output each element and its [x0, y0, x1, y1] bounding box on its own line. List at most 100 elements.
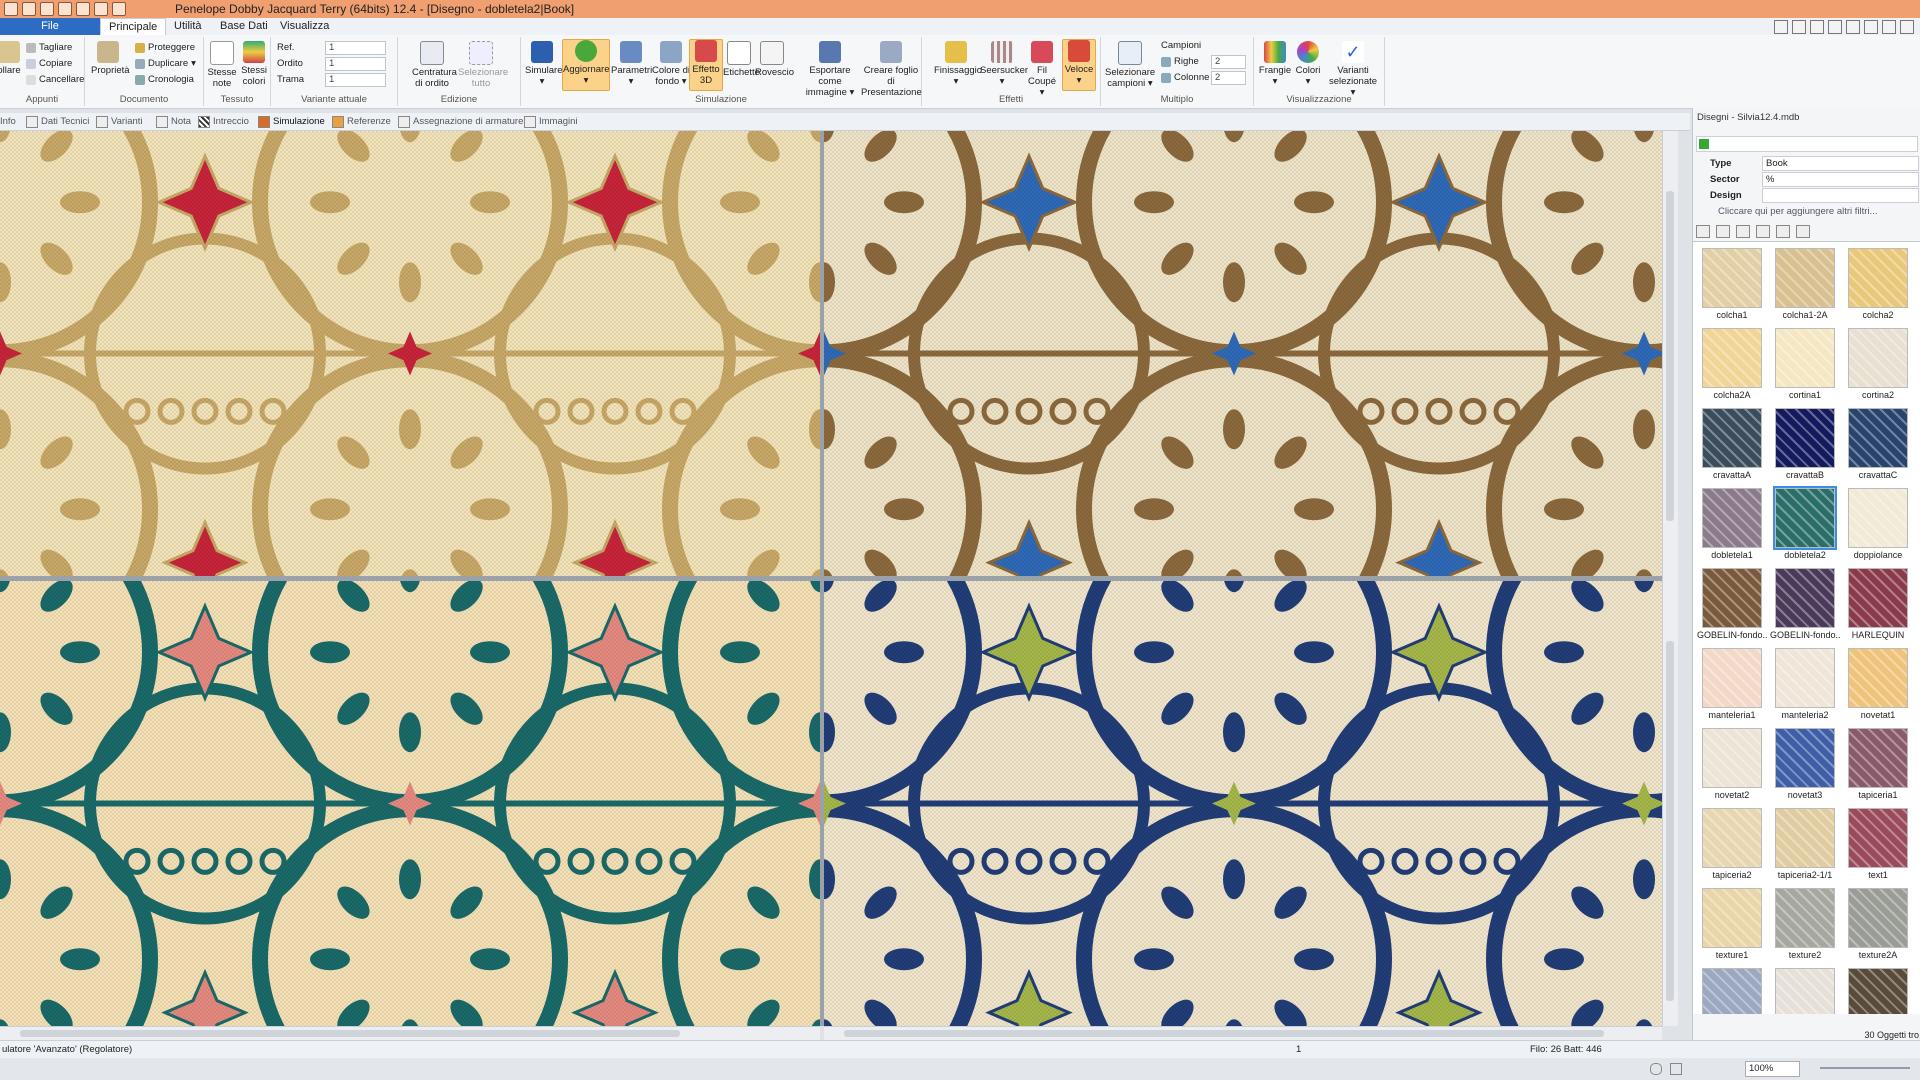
folder-icon[interactable] [1774, 20, 1788, 34]
filter-type[interactable]: Type Book [1696, 156, 1919, 171]
minimize-icon[interactable] [1864, 20, 1878, 34]
delete-button[interactable]: Cancellare [26, 74, 84, 86]
tab-varianti[interactable]: Varianti [96, 115, 143, 128]
tab-base-dati[interactable]: Base Dati [212, 18, 276, 35]
view-icon[interactable] [1696, 225, 1710, 238]
design-thumbnail[interactable]: manteleria1 [1697, 644, 1767, 722]
warp-centering-button[interactable]: Centratura di ordito [412, 41, 457, 89]
help-icon[interactable] [1846, 20, 1860, 34]
tab-visualizza[interactable]: Visualizza [272, 18, 337, 35]
design-thumbnail[interactable]: texture2 [1770, 884, 1840, 962]
same-notes-button[interactable]: Stesse note [206, 41, 238, 89]
design-thumbnail[interactable]: tapiceria1 [1843, 724, 1913, 802]
design-thumbnail[interactable]: GOBELIN-fondo... [1697, 564, 1767, 642]
zoom-slider[interactable] [1820, 1067, 1910, 1069]
design-thumbnail[interactable]: manteleria2 [1770, 644, 1840, 722]
tab-referenze[interactable]: Referenze [332, 115, 391, 128]
customize-icon[interactable] [112, 2, 126, 16]
design-thumbnail[interactable]: cravattaB [1770, 404, 1840, 482]
export-image-button[interactable]: Esportare come immagine ▾ [799, 41, 861, 98]
ref-field[interactable]: 1 [325, 41, 386, 55]
reverse-button[interactable]: Rovescio [755, 41, 794, 78]
properties-button[interactable]: Proprietà [91, 41, 130, 76]
filter-toolbar[interactable] [1696, 136, 1918, 152]
tools-icon[interactable] [1810, 20, 1824, 34]
close-icon[interactable] [1900, 20, 1914, 34]
tab-simulazione[interactable]: Simulazione [258, 115, 325, 128]
design-thumbnail[interactable]: dobletela2 [1770, 484, 1840, 562]
list-icon[interactable] [1716, 225, 1731, 238]
select-all-button[interactable]: Selezionare tutto [458, 41, 508, 89]
print-icon[interactable] [40, 2, 54, 16]
add-filter-icon[interactable] [1699, 139, 1709, 149]
design-thumbnail[interactable]: GOBELIN-fondo... [1770, 564, 1840, 642]
restore-icon[interactable] [1882, 20, 1896, 34]
edit-icon[interactable] [1792, 20, 1806, 34]
app-icon[interactable] [4, 2, 18, 16]
hscroll-thumb-right[interactable] [844, 1030, 1604, 1037]
selected-variants-button[interactable]: ✓ Varianti selezionate ▾ [1326, 41, 1380, 98]
design-thumbnail[interactable]: colcha1 [1697, 244, 1767, 322]
check-icon[interactable] [94, 2, 108, 16]
design-thumbnail[interactable]: cortina2 [1843, 324, 1913, 402]
simulation-canvas[interactable] [0, 131, 1677, 1026]
design-thumbnail[interactable]: dobletela1 [1697, 484, 1767, 562]
fabric-variant-1[interactable] [0, 131, 820, 576]
undo-icon[interactable] [58, 2, 72, 16]
redo-icon[interactable] [76, 2, 90, 16]
tab-principale[interactable]: Principale [100, 18, 167, 36]
design-thumbnail[interactable]: tapiceria2 [1697, 804, 1767, 882]
rows-field[interactable]: 2 [1211, 55, 1246, 69]
filter-icon[interactable] [1776, 225, 1791, 238]
tab-dati-tecnici[interactable]: Dati Tecnici [26, 115, 89, 128]
labels-button[interactable]: Etichette [723, 41, 760, 78]
design-thumbnail[interactable]: colcha2A [1697, 324, 1767, 402]
duplicate-button[interactable]: Duplicare ▾ [135, 58, 196, 70]
palette-icon[interactable] [1828, 20, 1842, 34]
fabric-variant-2[interactable] [824, 131, 1662, 576]
design-thumbnail[interactable]: cortina1 [1770, 324, 1840, 402]
select-samples-button[interactable]: Selezionare campioni ▾ [1105, 41, 1155, 89]
background-color-button[interactable]: Colore di fondo ▾ [651, 41, 691, 87]
parameters-button[interactable]: Parametri ▾ [611, 41, 652, 87]
design-thumbnail[interactable]: cravattaC [1843, 404, 1913, 482]
design-thumbnail[interactable]: tapiceria2-1/1 [1770, 804, 1840, 882]
design-thumbnail[interactable]: text1 [1843, 804, 1913, 882]
scroll-thumb-top[interactable] [1666, 191, 1674, 521]
fit-icon[interactable] [1650, 1063, 1662, 1075]
zoom-select[interactable]: 100% [1745, 1061, 1800, 1077]
trama-field[interactable]: 1 [325, 73, 386, 87]
fabric-variant-3[interactable] [0, 581, 820, 1026]
seersucker-button[interactable]: Seersucker ▾ [980, 41, 1028, 87]
design-thumbnail[interactable] [1770, 964, 1840, 1014]
design-thumbnail[interactable]: novetat3 [1770, 724, 1840, 802]
file-tab[interactable]: File [0, 18, 100, 35]
fil-coupe-button[interactable]: Fil Coupé ▾ [1026, 41, 1058, 98]
add-filter-link[interactable]: Cliccare qui per aggiungere altri filtri… [1696, 204, 1916, 219]
finishing-button[interactable]: Finissaggio ▾ [934, 41, 982, 87]
scroll-thumb-bottom[interactable] [1666, 641, 1674, 1001]
tab-immagini[interactable]: Immagini [524, 115, 578, 128]
filter-sector[interactable]: Sector% [1696, 172, 1919, 187]
trash-icon[interactable] [1736, 225, 1751, 238]
tab-nota[interactable]: Nota [156, 115, 191, 128]
design-thumbnail[interactable] [1843, 964, 1913, 1014]
database-icon[interactable] [1756, 225, 1771, 238]
design-thumbnail[interactable]: texture1 [1697, 884, 1767, 962]
zoom-icon[interactable] [1670, 1063, 1682, 1075]
design-thumbnail[interactable] [1697, 964, 1767, 1014]
design-thumbnail[interactable]: HARLEQUIN [1843, 564, 1913, 642]
3d-effect-button[interactable]: Effetto 3D [689, 39, 723, 91]
cut-button[interactable]: Tagliare [26, 42, 72, 54]
copy-button[interactable]: Copiare [26, 58, 72, 70]
tab-assegnazione[interactable]: Assegnazione di armature [398, 115, 523, 128]
design-thumbnail[interactable]: colcha1-2A [1770, 244, 1840, 322]
design-thumbnail[interactable]: novetat2 [1697, 724, 1767, 802]
design-thumbnail[interactable]: novetat1 [1843, 644, 1913, 722]
filter-design[interactable]: Design [1696, 188, 1919, 203]
save-icon[interactable] [22, 2, 36, 16]
protect-button[interactable]: Proteggere [135, 42, 195, 54]
same-colors-button[interactable]: Stessi colori [238, 41, 270, 87]
colors-button[interactable]: Colori ▾ [1292, 41, 1324, 87]
export-list-icon[interactable] [1796, 225, 1811, 238]
